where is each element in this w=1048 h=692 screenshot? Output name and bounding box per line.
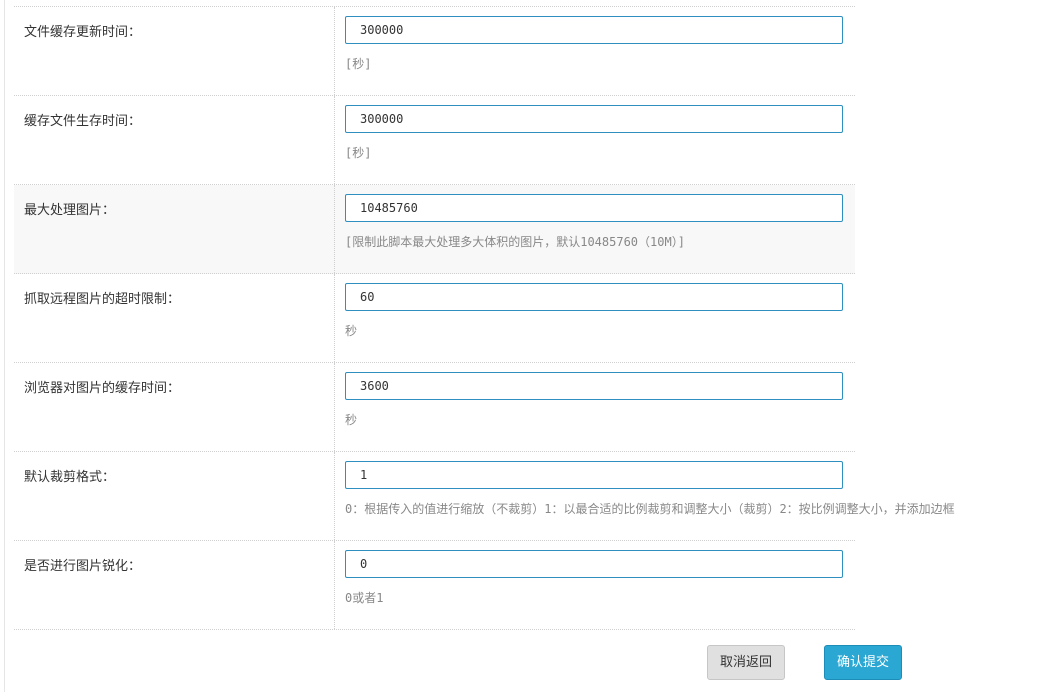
column-divider <box>334 274 335 362</box>
form-row-file-cache-update-time: 文件缓存更新时间： [秒] <box>14 7 855 96</box>
settings-form-page: 文件缓存更新时间： [秒] 缓存文件生存时间： [秒] 最大处理图片： [限制此… <box>0 0 1048 692</box>
max-image-size-input[interactable] <box>345 194 843 222</box>
field-label: 缓存文件生存时间： <box>24 114 142 129</box>
form-row-default-crop-mode: 默认裁剪格式： 0：根据传入的值进行缩放（不裁剪）1：以最合适的比例裁剪和调整大… <box>14 452 955 541</box>
column-divider <box>334 452 335 540</box>
field-label: 是否进行图片锐化： <box>24 559 142 574</box>
default-crop-mode-input[interactable] <box>345 461 843 489</box>
field-label: 抓取远程图片的超时限制： <box>24 292 181 307</box>
field-hint: [限制此脚本最大处理多大体积的图片，默认10485760（10M）] <box>345 235 685 249</box>
column-divider <box>334 363 335 451</box>
remote-fetch-timeout-input[interactable] <box>345 283 843 311</box>
image-sharpen-input[interactable] <box>345 550 843 578</box>
file-cache-update-time-input[interactable] <box>345 16 843 44</box>
page-left-border <box>4 0 5 692</box>
field-label: 浏览器对图片的缓存时间： <box>24 381 181 396</box>
column-divider <box>334 541 335 629</box>
settings-form: 文件缓存更新时间： [秒] 缓存文件生存时间： [秒] 最大处理图片： [限制此… <box>14 6 955 630</box>
form-row-cache-file-lifetime: 缓存文件生存时间： [秒] <box>14 96 855 185</box>
form-row-remote-fetch-timeout: 抓取远程图片的超时限制： 秒 <box>14 274 855 363</box>
cache-file-lifetime-input[interactable] <box>345 105 843 133</box>
form-row-image-sharpen: 是否进行图片锐化： 0或者1 <box>14 541 855 630</box>
field-hint: 0或者1 <box>345 591 384 605</box>
column-divider <box>334 7 335 95</box>
cancel-return-button[interactable]: 取消返回 <box>707 645 785 680</box>
column-divider <box>334 96 335 184</box>
field-hint: [秒] <box>345 146 372 160</box>
field-hint: 0：根据传入的值进行缩放（不裁剪）1：以最合适的比例裁剪和调整大小（裁剪）2：按… <box>345 502 955 516</box>
form-row-browser-cache-time: 浏览器对图片的缓存时间： 秒 <box>14 363 855 452</box>
field-label: 文件缓存更新时间： <box>24 25 142 40</box>
form-row-max-image-size: 最大处理图片： [限制此脚本最大处理多大体积的图片，默认10485760（10M… <box>14 185 855 274</box>
field-hint: 秒 <box>345 413 358 427</box>
confirm-submit-button[interactable]: 确认提交 <box>824 645 902 680</box>
field-hint: 秒 <box>345 324 358 338</box>
field-hint: [秒] <box>345 57 372 71</box>
browser-cache-time-input[interactable] <box>345 372 843 400</box>
field-label: 默认裁剪格式： <box>24 470 116 485</box>
form-footer: 取消返回 确认提交 <box>0 630 1048 692</box>
column-divider <box>334 185 335 273</box>
field-label: 最大处理图片： <box>24 203 116 218</box>
